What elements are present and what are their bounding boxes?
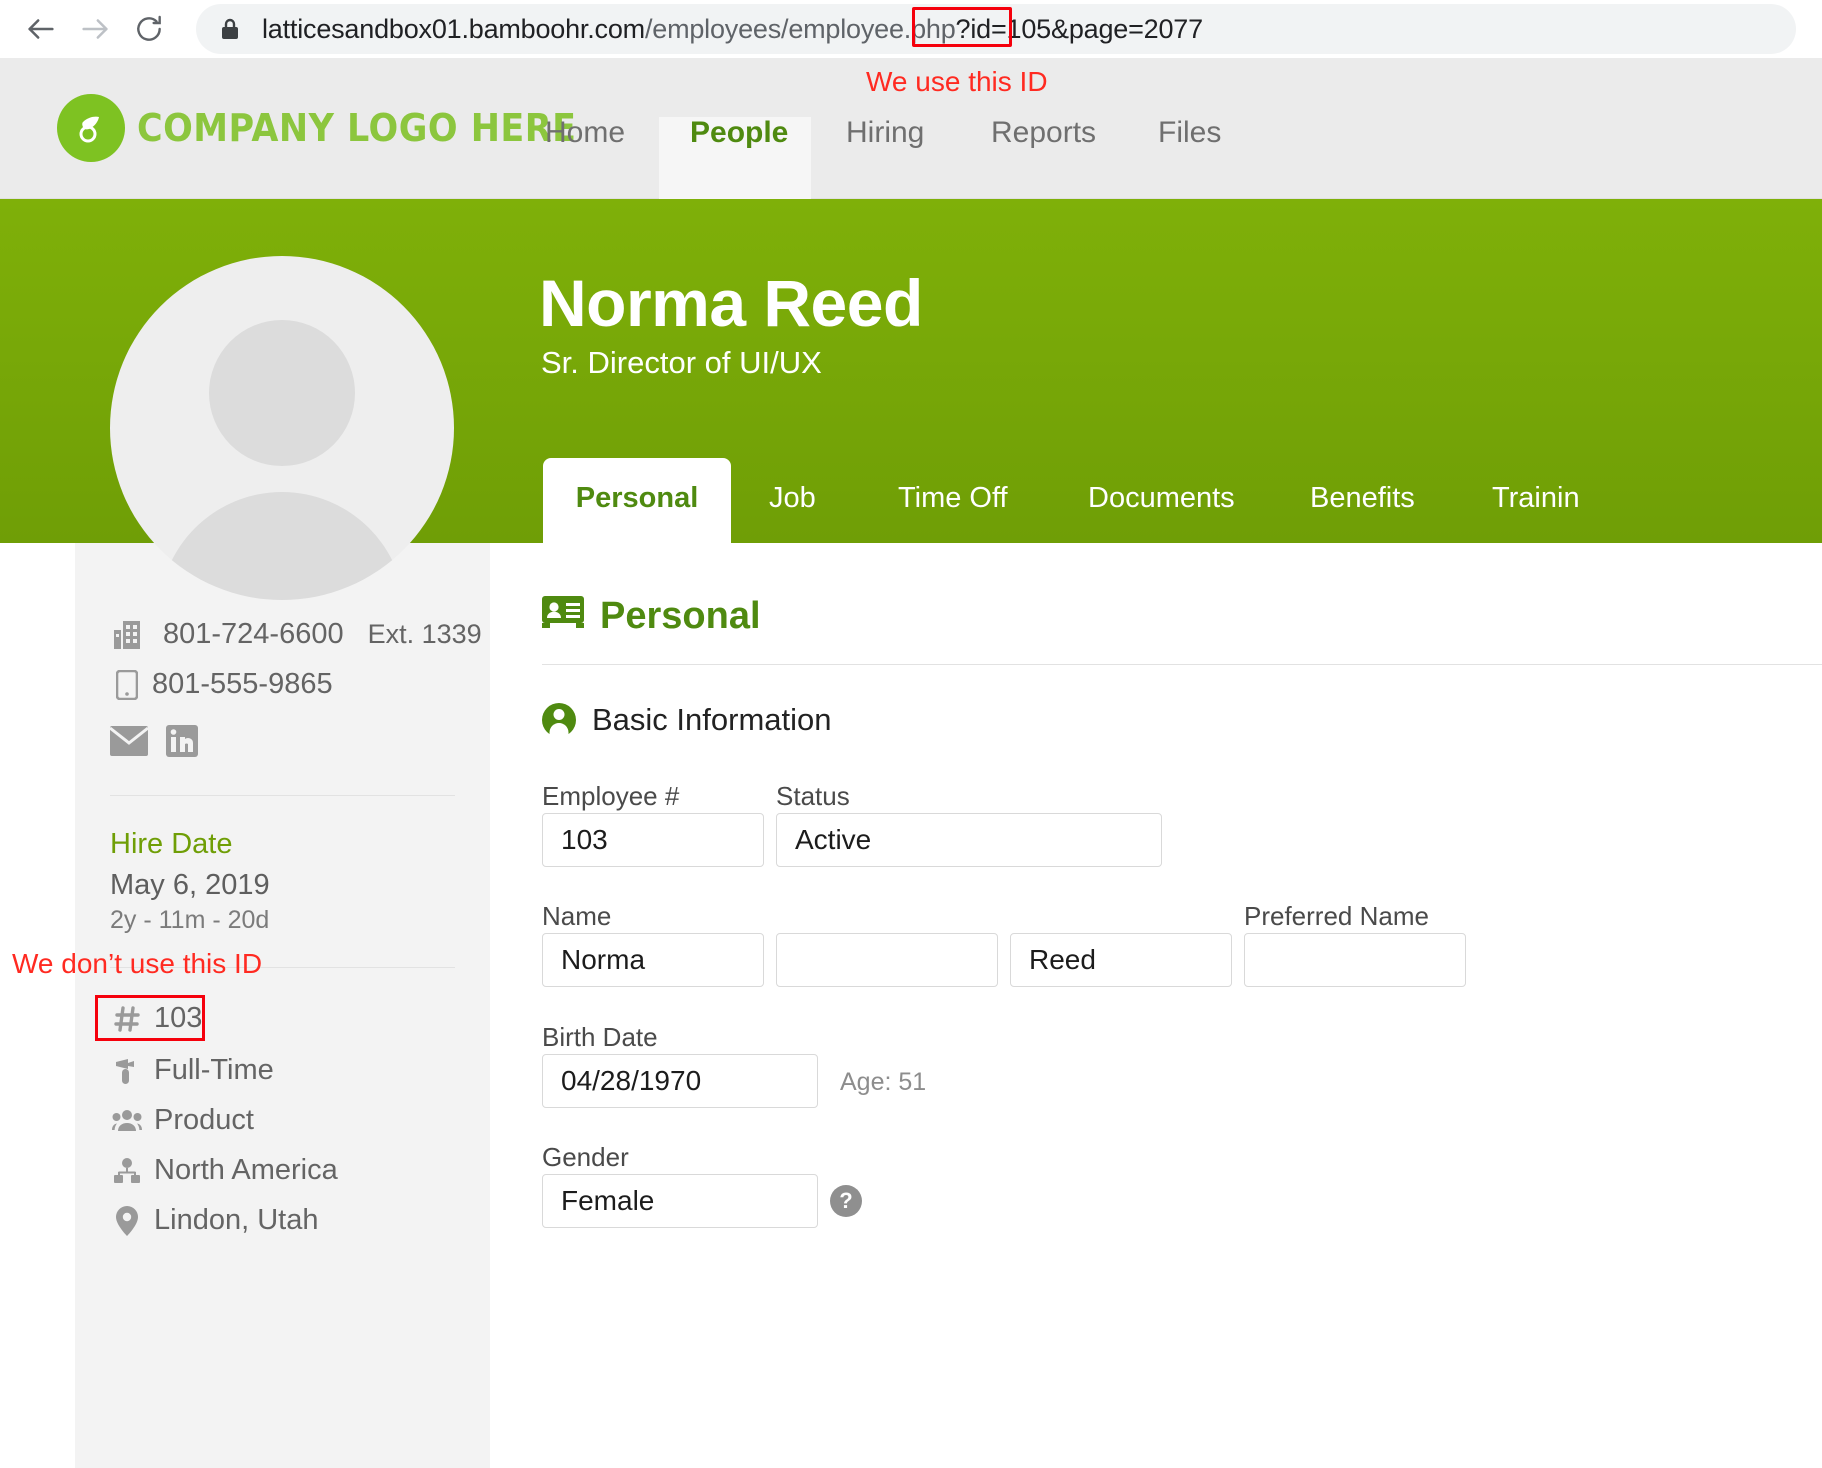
company-logo-text: COMPANY LOGO HERE [137, 106, 576, 150]
section-divider [542, 664, 1822, 665]
gender-field[interactable]: Female [542, 1174, 818, 1228]
hash-glyph [113, 1005, 141, 1033]
email-icon[interactable] [110, 726, 148, 764]
forward-arrow-icon [78, 12, 112, 46]
people-glyph [112, 1109, 142, 1133]
subsection-header-basic-information: Basic Information [542, 702, 832, 738]
building-glyph [114, 621, 140, 649]
sidebar-divider-top [110, 795, 455, 796]
url-query-highlighted: ?id=105& [956, 14, 1069, 45]
birth-date-label: Birth Date [542, 1022, 658, 1053]
nav-item-files[interactable]: Files [1158, 116, 1221, 150]
subsection-title-text: Basic Information [592, 702, 832, 738]
mobile-phone-row[interactable]: 801-555-9865 [110, 668, 333, 701]
work-phone-number: 801-724-6600 [163, 618, 344, 651]
sidebar-employment-type-value: Full-Time [154, 1054, 274, 1087]
org-chart-glyph [113, 1158, 141, 1184]
sidebar-location-row: Lindon, Utah [110, 1204, 318, 1237]
sidebar-employment-type-row: Full-Time [110, 1054, 274, 1087]
forward-button[interactable] [68, 2, 122, 56]
sidebar-department-row: Product [110, 1104, 254, 1137]
gender-label: Gender [542, 1142, 629, 1173]
sidebar-location-value: Lindon, Utah [154, 1204, 318, 1237]
people-icon [110, 1109, 144, 1133]
nav-item-home[interactable]: Home [545, 116, 625, 150]
tab-personal[interactable]: Personal [543, 458, 731, 543]
sidebar-division-row: North America [110, 1154, 338, 1187]
section-header-personal: Personal [542, 594, 761, 638]
birth-date-field[interactable]: 04/28/1970 [542, 1054, 818, 1108]
sidebar-employee-id-value: 103 [154, 1002, 202, 1035]
sidebar-division-value: North America [154, 1154, 338, 1187]
hire-date-label: Hire Date [110, 828, 233, 861]
lock-glyph [218, 16, 242, 42]
annotation-dont-use-this-id: We don’t use this ID [12, 948, 262, 980]
section-title-text: Personal [600, 595, 761, 638]
hire-date-value: May 6, 2019 [110, 869, 270, 902]
linkedin-icon[interactable] [166, 725, 198, 765]
last-name-field[interactable]: Reed [1010, 933, 1232, 987]
work-phone-extension: Ext. 1339 [368, 619, 482, 650]
nav-item-hiring[interactable]: Hiring [846, 116, 924, 150]
first-name-field[interactable]: Norma [542, 933, 764, 987]
tab-time-off[interactable]: Time Off [898, 458, 1008, 515]
work-phone-row[interactable]: 801-724-6600 Ext. 1339 [110, 618, 482, 651]
avatar-body [159, 492, 405, 600]
hire-date-tenure: 2y - 11m - 20d [110, 906, 269, 935]
tab-benefits[interactable]: Benefits [1310, 458, 1415, 515]
page-title: Norma Reed [539, 265, 923, 341]
status-label: Status [776, 781, 850, 812]
url-host: latticesandbox01.bamboohr.com [262, 14, 645, 44]
employee-job-title: Sr. Director of UI/UX [541, 345, 822, 381]
tab-documents[interactable]: Documents [1088, 458, 1235, 515]
hash-icon [110, 1005, 144, 1033]
status-field[interactable]: Active [776, 813, 1162, 867]
mobile-glyph [116, 670, 138, 700]
employee-number-label: Employee # [542, 781, 679, 812]
id-card-glyph [542, 594, 584, 628]
preferred-name-label: Preferred Name [1244, 901, 1429, 932]
nav-item-people[interactable]: People [690, 116, 788, 150]
social-links-row [110, 725, 198, 765]
wrench-icon [110, 1057, 144, 1085]
name-label: Name [542, 901, 611, 932]
url-text: latticesandbox01.bamboohr.com/employees/… [262, 14, 1203, 45]
org-chart-icon [110, 1158, 144, 1184]
back-button[interactable] [14, 2, 68, 56]
employee-number-field[interactable]: 103 [542, 813, 764, 867]
map-pin-icon [110, 1206, 144, 1236]
annotation-use-this-id: We use this ID [866, 66, 1048, 98]
back-arrow-icon [24, 12, 58, 46]
map-pin-glyph [116, 1206, 138, 1236]
wrench-glyph [114, 1057, 140, 1085]
company-logo[interactable]: COMPANY LOGO HERE [57, 94, 615, 162]
avatar-head [209, 320, 355, 466]
middle-name-field[interactable] [776, 933, 998, 987]
sidebar-department-value: Product [154, 1104, 254, 1137]
url-path: /employees/employee.php [645, 14, 956, 44]
avatar[interactable] [110, 256, 454, 600]
linkedin-glyph [166, 725, 198, 757]
bamboo-leaf-icon [69, 106, 113, 150]
preferred-name-field[interactable] [1244, 933, 1466, 987]
envelope-glyph [110, 726, 148, 756]
reload-button[interactable] [122, 2, 176, 56]
logo-mark-icon [57, 94, 125, 162]
address-bar[interactable]: latticesandbox01.bamboohr.com/employees/… [196, 4, 1796, 54]
id-card-icon [542, 594, 584, 638]
office-building-icon [110, 621, 144, 649]
reload-icon [133, 13, 165, 45]
question-mark-icon[interactable]: ? [830, 1185, 862, 1217]
lock-icon [218, 16, 242, 42]
person-icon [542, 703, 576, 737]
tab-job[interactable]: Job [769, 458, 816, 515]
mobile-phone-icon [110, 670, 144, 700]
mobile-phone-number: 801-555-9865 [152, 668, 333, 701]
sidebar-employee-id-row: 103 [110, 1002, 202, 1035]
tab-training[interactable]: Trainin [1492, 458, 1580, 515]
nav-item-reports[interactable]: Reports [991, 116, 1096, 150]
url-query-rest: page=2077 [1069, 14, 1203, 44]
age-text: Age: 51 [840, 1068, 926, 1097]
